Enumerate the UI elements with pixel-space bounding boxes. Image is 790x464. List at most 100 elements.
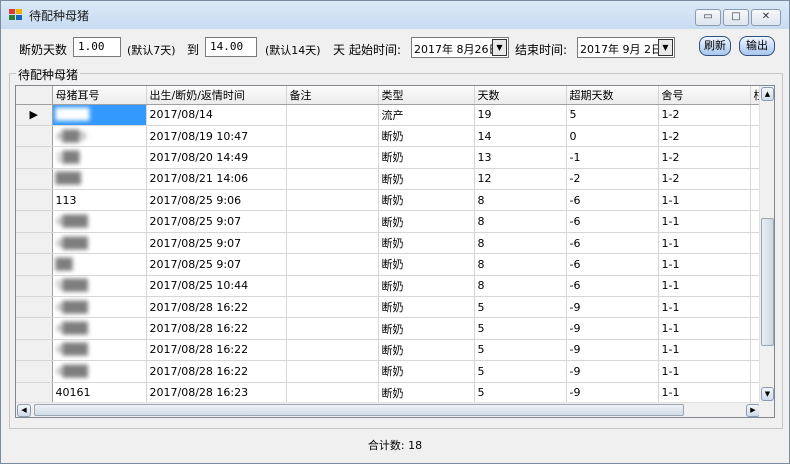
table-cell[interactable]: 断奶 — [378, 275, 475, 298]
table-cell[interactable]: 0 — [566, 125, 659, 148]
table-cell[interactable]: 断奶 — [378, 296, 475, 319]
table-cell[interactable] — [286, 232, 379, 255]
scroll-down-icon[interactable]: ▼ — [761, 387, 774, 401]
table-cell[interactable] — [286, 125, 379, 148]
table-cell[interactable]: 2017/08/19 10:47 — [146, 125, 287, 148]
table-cell[interactable]: 4███ — [52, 232, 147, 255]
table-row[interactable]: 1██ 2017/08/20 14:49 断奶 13 -1 1-2 — [16, 146, 761, 169]
table-cell[interactable]: 1-1 — [658, 296, 751, 319]
table-cell[interactable]: 4██9 — [52, 125, 147, 148]
table-cell[interactable]: 断奶 — [378, 125, 475, 148]
table-cell[interactable]: 40161 — [52, 382, 147, 402]
table-cell[interactable]: 2017/08/21 14:06 — [146, 168, 287, 191]
table-row[interactable]: 5███ 2017/08/25 10:44 断奶 8 -6 1-1 — [16, 275, 761, 298]
table-cell[interactable]: 4███ — [52, 296, 147, 319]
table-row[interactable]: 4███ 2017/08/25 9:07 断奶 8 -6 1-1 — [16, 232, 761, 255]
table-cell[interactable]: -9 — [566, 339, 659, 362]
table-cell[interactable]: 1-1 — [658, 253, 751, 276]
table-cell[interactable]: -9 — [566, 296, 659, 319]
refresh-button[interactable]: 刷新 — [699, 36, 731, 56]
table-row[interactable]: 40161 2017/08/28 16:23 断奶 5 -9 1-1 — [16, 382, 761, 402]
table-cell[interactable]: 断奶 — [378, 339, 475, 362]
table-cell[interactable]: -9 — [566, 317, 659, 340]
table-cell[interactable]: -6 — [566, 210, 659, 233]
table-cell[interactable]: 2017/08/25 9:07 — [146, 210, 287, 233]
table-cell[interactable] — [286, 360, 379, 383]
row-header[interactable] — [16, 382, 53, 402]
table-cell[interactable]: 1-1 — [658, 275, 751, 298]
table-cell[interactable]: 1-1 — [658, 382, 751, 402]
table-cell[interactable]: 2017/08/28 16:22 — [146, 296, 287, 319]
table-cell[interactable]: 4███ — [52, 317, 147, 340]
table-cell[interactable]: 1-1 — [658, 317, 751, 340]
table-cell[interactable] — [286, 382, 379, 402]
table-cell[interactable]: 1-1 — [658, 360, 751, 383]
column-header[interactable]: 天数 — [474, 86, 567, 105]
export-button[interactable]: 输出 — [739, 36, 775, 56]
row-header[interactable] — [16, 168, 53, 191]
table-cell[interactable]: 2017/08/28 16:22 — [146, 360, 287, 383]
table-cell[interactable]: 2017/08/20 14:49 — [146, 146, 287, 169]
table-cell[interactable]: 2017/08/14 — [146, 104, 287, 126]
table-cell[interactable]: 断奶 — [378, 360, 475, 383]
table-cell[interactable]: 2017/08/28 16:22 — [146, 339, 287, 362]
table-row[interactable]: 4███ 2017/08/28 16:22 断奶 5 -9 1-1 — [16, 339, 761, 362]
table-cell[interactable]: 14 — [474, 125, 567, 148]
table-cell[interactable]: 13 — [474, 146, 567, 169]
row-header[interactable] — [16, 125, 53, 148]
table-cell[interactable]: 8 — [474, 275, 567, 298]
table-cell[interactable] — [286, 317, 379, 340]
row-header[interactable] — [16, 146, 53, 169]
table-cell[interactable]: 5 — [474, 339, 567, 362]
table-cell[interactable]: 断奶 — [378, 253, 475, 276]
table-row[interactable]: 4███ 2017/08/25 9:07 断奶 8 -6 1-1 — [16, 210, 761, 233]
row-header[interactable] — [16, 232, 53, 255]
table-cell[interactable]: -2 — [566, 168, 659, 191]
table-cell[interactable]: 断奶 — [378, 168, 475, 191]
close-button[interactable]: ✕ — [751, 9, 781, 26]
from-days-input[interactable]: 1.00 — [73, 37, 121, 57]
to-days-input[interactable]: 14.00 — [205, 37, 257, 57]
table-cell[interactable]: -1 — [566, 146, 659, 169]
table-cell[interactable] — [286, 253, 379, 276]
table-cell[interactable]: 113 — [52, 189, 147, 212]
table-cell[interactable]: 1-1 — [658, 210, 751, 233]
table-cell[interactable]: -6 — [566, 253, 659, 276]
horizontal-scroll-thumb[interactable] — [34, 404, 684, 416]
table-cell[interactable] — [286, 296, 379, 319]
table-row[interactable]: 4███ 2017/08/28 16:22 断奶 5 -9 1-1 — [16, 360, 761, 383]
table-cell[interactable] — [286, 339, 379, 362]
table-cell[interactable]: 1-1 — [658, 232, 751, 255]
scroll-up-icon[interactable]: ▲ — [761, 87, 774, 101]
table-cell[interactable]: 断奶 — [378, 210, 475, 233]
column-header[interactable]: 超期天数 — [566, 86, 659, 105]
table-row[interactable]: 4███ 2017/08/28 16:22 断奶 5 -9 1-1 — [16, 317, 761, 340]
start-date-picker[interactable]: 2017年 8月26日 ▼ — [411, 37, 509, 58]
table-cell[interactable]: 断奶 — [378, 189, 475, 212]
table-row[interactable]: 4██9 2017/08/19 10:47 断奶 14 0 1-2 — [16, 125, 761, 148]
row-header[interactable] — [16, 296, 53, 319]
table-cell[interactable]: 19 — [474, 104, 567, 126]
row-header[interactable] — [16, 210, 53, 233]
vertical-scroll-thumb[interactable] — [761, 218, 774, 346]
table-cell[interactable]: 2017/08/25 9:06 — [146, 189, 287, 212]
table-cell[interactable]: 2017/08/28 16:23 — [146, 382, 287, 402]
table-cell[interactable] — [286, 210, 379, 233]
current-row-indicator-icon[interactable]: ▶ — [16, 104, 53, 126]
table-cell[interactable]: 8 — [474, 232, 567, 255]
sow-data-grid[interactable]: 母猪耳号 出生/断奶/返情时间 备注 类型 天数 超期天数 舍号 栏 ▶████… — [15, 85, 775, 418]
table-row[interactable]: ███ 2017/08/21 14:06 断奶 12 -2 1-2 — [16, 168, 761, 191]
table-cell[interactable]: 2017/08/25 9:07 — [146, 232, 287, 255]
table-cell[interactable]: -6 — [566, 189, 659, 212]
vertical-scrollbar[interactable]: ▲ ▼ — [759, 86, 774, 402]
table-cell[interactable]: 流产 — [378, 104, 475, 126]
table-cell[interactable] — [286, 168, 379, 191]
table-cell[interactable]: 2017/08/25 10:44 — [146, 275, 287, 298]
table-cell[interactable]: 1-2 — [658, 146, 751, 169]
row-header[interactable] — [16, 253, 53, 276]
table-cell[interactable]: ███ — [52, 168, 147, 191]
table-cell[interactable]: 5 — [474, 296, 567, 319]
table-cell[interactable]: 5 — [474, 360, 567, 383]
table-cell[interactable]: 5 — [566, 104, 659, 126]
table-cell[interactable]: 1██ — [52, 146, 147, 169]
